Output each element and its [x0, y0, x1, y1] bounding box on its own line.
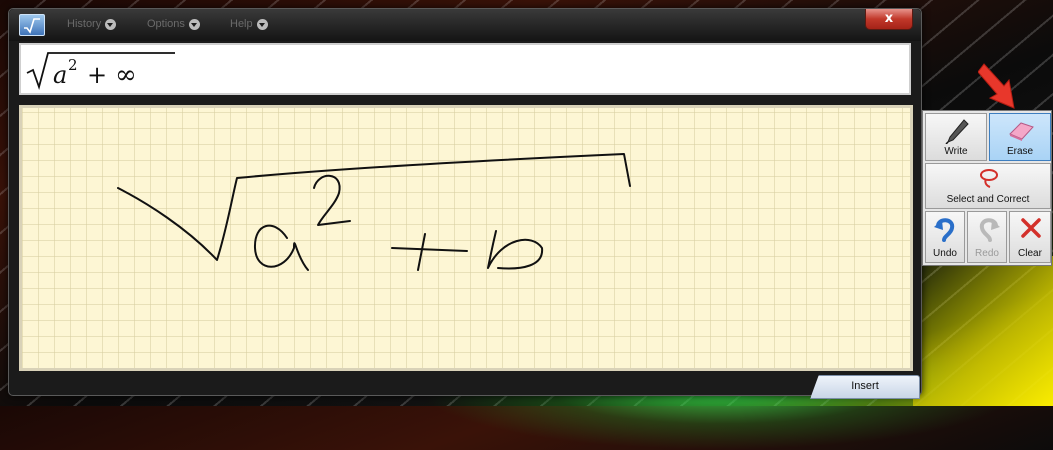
clear-x-icon: [1021, 218, 1041, 238]
undo-icon: [934, 218, 955, 242]
writing-pad[interactable]: [19, 105, 913, 371]
redo-button[interactable]: Redo: [967, 211, 1007, 263]
help-menu-label: Help: [230, 18, 253, 30]
help-menu[interactable]: Help: [230, 18, 268, 30]
formula-preview: a 2 + ∞: [19, 43, 911, 95]
select-and-correct-button[interactable]: Select and Correct: [925, 163, 1051, 209]
formula-base: a: [53, 61, 67, 89]
clear-label: Clear: [1018, 248, 1042, 259]
history-menu[interactable]: History: [67, 18, 117, 30]
undo-label: Undo: [933, 248, 957, 259]
undo-button[interactable]: Undo: [925, 211, 965, 263]
red-arrow-icon: [978, 63, 1015, 109]
options-menu[interactable]: Options: [147, 18, 200, 30]
formula-operator: +: [87, 61, 107, 89]
history-menu-label: History: [67, 18, 102, 30]
tool-panel: Write Erase Select and Correct Undo Redo: [922, 110, 1052, 266]
insert-button[interactable]: Insert: [810, 375, 920, 399]
handwriting-ink: [117, 153, 631, 271]
formula-exponent: 2: [68, 56, 78, 74]
chevron-down-icon: [105, 18, 117, 30]
erase-label: Erase: [1006, 146, 1034, 157]
desktop-wallpaper-accent: [913, 256, 1053, 406]
lasso-icon: [980, 169, 998, 188]
math-input-panel-window: History Options Help x a 2 + ∞: [8, 8, 922, 396]
pen-icon: [945, 119, 969, 144]
write-button[interactable]: Write: [925, 113, 987, 161]
erase-button[interactable]: Erase: [989, 113, 1051, 161]
formula-infinity-term: ∞: [115, 60, 137, 90]
redo-icon: [979, 218, 1000, 242]
close-button[interactable]: x: [865, 9, 913, 30]
options-menu-label: Options: [147, 18, 185, 30]
clear-button[interactable]: Clear: [1009, 211, 1051, 263]
select-and-correct-label: Select and Correct: [946, 194, 1030, 205]
redo-label: Redo: [975, 248, 999, 259]
write-label: Write: [944, 146, 968, 157]
chevron-down-icon: [256, 18, 268, 30]
rendered-formula: a 2 + ∞: [26, 52, 175, 91]
title-bar: History Options Help x: [9, 9, 921, 41]
eraser-icon: [1009, 122, 1034, 141]
math-input-app-icon: [19, 14, 45, 36]
chevron-down-icon: [188, 18, 200, 30]
